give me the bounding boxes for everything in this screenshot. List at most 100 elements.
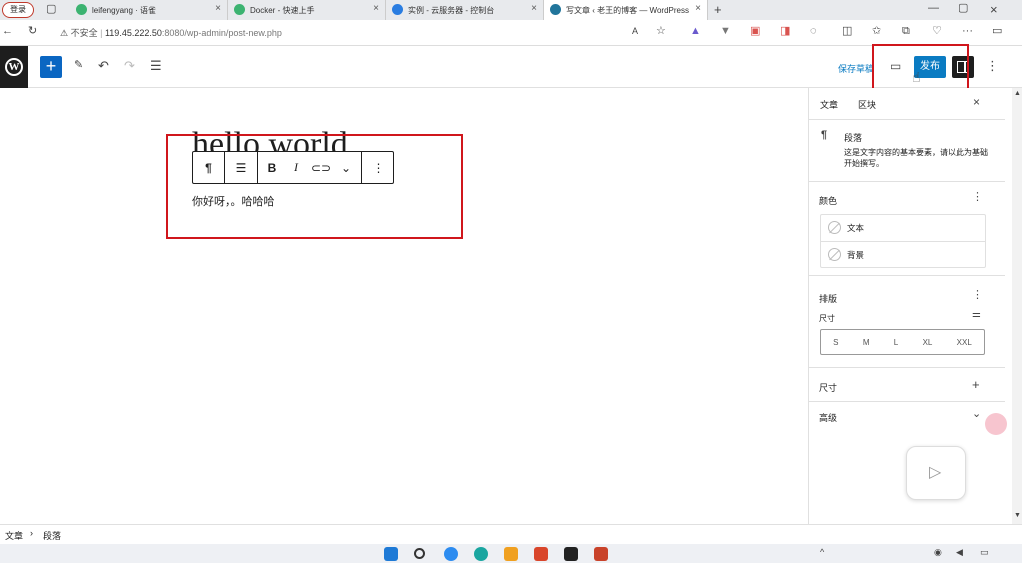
profile-button[interactable]: 登录 [2,2,34,18]
battery-icon[interactable]: ▭ [980,548,989,557]
app-icon-3[interactable] [534,547,548,561]
save-draft-button[interactable]: 保存草稿 [838,62,874,75]
document-overview-icon[interactable]: ☰ [150,59,162,72]
system-tray-icon[interactable]: ^ [820,548,824,557]
breadcrumb-separator: › [30,528,33,538]
play-icon: ▷ [929,464,942,481]
font-size-s[interactable]: S [833,338,838,347]
tab-docker[interactable]: Docker - 快速上手 × [228,0,386,20]
windows-taskbar: ^ ◉ ◀ ▭ [0,544,1022,563]
extension-icon-2[interactable]: ▼ [720,26,731,37]
tab-block[interactable]: 区块 [858,98,876,111]
reload-icon[interactable]: ↻ [28,26,37,37]
redo-icon[interactable]: ↷ [124,59,135,72]
maximize-icon[interactable]: ▢ [958,3,968,14]
app-icon-4[interactable] [564,547,578,561]
powerpoint-icon[interactable] [594,547,608,561]
tab-title: leifengyang · 语雀 [92,5,157,15]
highlight-box-block [166,134,463,239]
volume-icon[interactable]: ◀ [956,548,963,557]
collections-icon[interactable]: ⧉ [902,26,910,37]
tab-yuque[interactable]: leifengyang · 语雀 × [70,0,228,20]
app-icon-1[interactable] [444,547,458,561]
read-aloud-icon[interactable]: A [632,27,638,36]
font-size-label: 尺寸 [819,314,835,323]
tab-title: Docker - 快速上手 [250,5,315,15]
breadcrumb-root[interactable]: 文章 [5,529,23,542]
background-color-swatch-icon [828,248,841,261]
font-size-picker: S M L XL XXL [820,329,985,355]
sidebar-toggle-icon[interactable]: ▭ [992,26,1002,37]
wifi-icon[interactable]: ◉ [934,548,942,557]
breadcrumb-current[interactable]: 段落 [43,529,61,542]
extension-icon-1[interactable]: ▲ [690,26,701,37]
insecure-label: 不安全 [70,28,98,38]
background-color-option[interactable]: 背景 [821,242,985,268]
close-tab-icon[interactable]: × [695,3,701,14]
close-tab-icon[interactable]: × [531,3,537,14]
video-player-icon[interactable]: ▷ [906,446,966,500]
docker-favicon-icon [234,4,245,15]
tab-actions-icon[interactable]: ▢ [46,4,56,15]
advanced-panel-title: 高级 [819,413,838,423]
options-menu-icon[interactable]: ⋮ [986,59,999,72]
color-panel-title: 颜色 [819,196,838,206]
typography-options-icon[interactable]: ⋮ [972,290,983,301]
color-panel: 颜色 ⋮ 文本 背景 [809,182,1005,276]
custom-size-settings-icon[interactable]: ⚌ [972,310,981,320]
text-color-swatch-icon [828,221,841,234]
close-window-icon[interactable]: × [990,3,998,16]
search-icon[interactable] [414,548,425,559]
advanced-panel[interactable]: 高级 ⌄ [809,402,1005,432]
chevron-down-icon[interactable]: ⌄ [972,409,981,420]
floating-helper-bubble[interactable] [985,413,1007,435]
tab-post[interactable]: 文章 [820,98,838,111]
extension-icon-3[interactable]: ▣ [750,26,760,37]
warning-icon: ⚠ [60,28,69,38]
tab-cloud-console[interactable]: 实例 - 云服务器 - 控制台 × [386,0,544,20]
font-size-xxl[interactable]: XXL [957,338,972,347]
dimensions-panel-title: 尺寸 [819,383,838,393]
wordpress-logo-icon[interactable]: W [0,46,28,88]
scroll-down-icon[interactable]: ▼ [1014,512,1021,519]
add-block-button[interactable]: + [40,56,62,78]
browser-essentials-icon[interactable]: ♡ [932,26,942,37]
back-icon[interactable]: ← [2,26,13,37]
block-card-description: 这是文字内容的基本要素，请以此为基础开始撰写。 [844,148,988,168]
url-host: 119.45.222.50 [104,28,162,38]
minimize-icon[interactable]: — [928,3,939,14]
text-color-label: 文本 [847,223,865,233]
undo-icon[interactable]: ↶ [98,59,109,72]
new-tab-icon[interactable]: + [714,3,722,16]
more-browser-icon[interactable]: ··· [962,26,973,37]
dimensions-panel[interactable]: 尺寸 + [809,368,1005,402]
block-card: ¶ 段落 这是文字内容的基本要素，请以此为基础开始撰写。 [809,120,1005,182]
plus-icon[interactable]: + [972,378,980,391]
typography-panel-title: 排版 [819,294,838,304]
url-path: :8080/wp-admin/post-new.php [161,28,282,38]
color-options-icon[interactable]: ⋮ [972,192,983,203]
scroll-up-icon[interactable]: ▲ [1014,90,1021,97]
url-field[interactable]: ⚠ 不安全 | 119.45.222.50:8080/wp-admin/post… [60,24,680,42]
tools-pencil-icon[interactable]: ✎ [74,60,83,71]
font-size-l[interactable]: L [894,338,898,347]
extension-icon-4[interactable]: ◨ [780,26,790,37]
cloud-favicon-icon [392,4,403,15]
split-screen-icon[interactable]: ◫ [842,26,852,37]
extension-icon-5[interactable]: ◌ [810,26,817,37]
start-icon[interactable] [384,547,398,561]
sidebar-scrollbar[interactable]: ▲ ▼ [1012,88,1022,524]
tab-wordpress[interactable]: 写文章 ‹ 老王的博客 — WordPress × [544,0,708,20]
block-card-title: 段落 [844,133,863,143]
app-icon-2[interactable] [504,547,518,561]
close-tab-icon[interactable]: × [215,3,221,14]
favorite-star-icon[interactable]: ☆ [656,26,666,37]
font-size-xl[interactable]: XL [923,338,933,347]
close-sidebar-icon[interactable]: × [973,96,980,108]
text-color-option[interactable]: 文本 [821,215,985,241]
block-breadcrumb: 文章 › 段落 [0,524,1022,544]
favorites-icon[interactable]: ✩ [872,26,881,37]
font-size-m[interactable]: M [863,338,870,347]
close-tab-icon[interactable]: × [373,3,379,14]
edge-icon[interactable] [474,547,488,561]
